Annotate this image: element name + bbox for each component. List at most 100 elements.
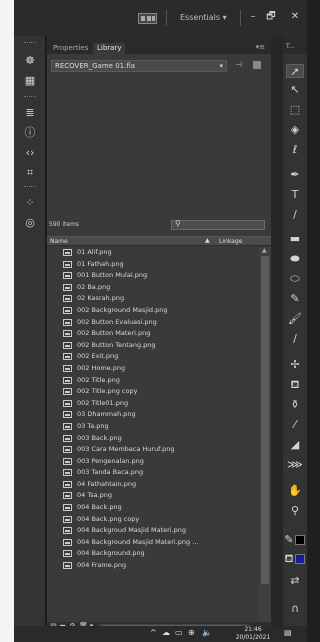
bitmap-icon — [63, 446, 72, 454]
library-item[interactable]: 004 Back.png — [47, 502, 259, 514]
pencil-tool-icon[interactable]: ✎ — [286, 292, 304, 306]
library-item[interactable]: 002 Button Materi.png — [47, 328, 259, 340]
lasso-tool-icon[interactable]: ℓ — [286, 143, 304, 157]
library-item[interactable]: 03 Dhammah.png — [47, 409, 259, 421]
scroll-thumb[interactable] — [261, 256, 269, 584]
tab-properties[interactable]: Properties — [49, 43, 92, 54]
pin-icon[interactable]: ⊣ — [235, 60, 242, 69]
selection-tool-icon[interactable]: ➚ — [286, 64, 304, 78]
document-selector[interactable]: RECOVER_Game 01.fla ▾ — [51, 60, 227, 72]
free-transform-tool-icon[interactable]: ⬚ — [286, 103, 304, 117]
library-item-name: 004 Background Masjid Materi.png ... — [77, 537, 199, 546]
fill-color-swatch[interactable] — [295, 554, 305, 564]
rectangle-tool-icon[interactable]: ▬ — [286, 232, 304, 246]
line-tool-icon[interactable]: / — [286, 208, 304, 222]
sort-ascending-icon[interactable]: ▲ — [205, 237, 210, 244]
taskbar-clock[interactable]: 21:46 20/01/2021 — [234, 626, 272, 642]
library-item[interactable]: 02 Ba.png — [47, 282, 259, 294]
swap-colors-icon[interactable]: ⇄ — [286, 574, 304, 588]
library-item[interactable]: 002 Button Tentang.png — [47, 340, 259, 352]
swatches-icon[interactable]: ▦ — [21, 74, 39, 88]
text-tool-icon[interactable]: T — [286, 188, 304, 202]
stroke-color-swatch[interactable] — [295, 535, 305, 545]
clock-time: 21:46 — [244, 626, 262, 633]
library-item[interactable]: 03 Ta.png — [47, 421, 259, 433]
network-icon[interactable]: ⊕ — [188, 628, 195, 637]
chevron-up-icon[interactable]: ^ — [150, 628, 157, 637]
battery-icon[interactable]: ▭ — [175, 628, 183, 637]
brush-tool-icon[interactable]: 🖌 — [286, 312, 304, 326]
tab-library[interactable]: Library — [93, 43, 126, 54]
restore-button[interactable]: 🗗 — [264, 10, 278, 24]
library-item[interactable]: 003 Cara Membaca Huruf.png — [47, 444, 259, 456]
library-item[interactable]: 004 Back.png copy — [47, 514, 259, 526]
bone-tool-icon[interactable]: ✢ — [286, 358, 304, 372]
workspace-switcher[interactable]: Essentials ▾ — [180, 13, 227, 22]
eraser-tool-icon[interactable]: ◢ — [286, 438, 304, 452]
components-icon[interactable]: ◎ — [21, 216, 39, 230]
library-item[interactable]: 003 Pengenalan.png — [47, 456, 259, 468]
pen-tool-icon[interactable]: ✒ — [286, 168, 304, 182]
color-icon[interactable]: ☸ — [21, 54, 39, 68]
polystar-tool-icon[interactable]: ⬭ — [286, 272, 304, 286]
library-item[interactable]: 01 Alif.png — [47, 247, 259, 259]
eyedropper-tool-icon[interactable]: ⁄ — [286, 418, 304, 432]
ink-bottle-tool-icon[interactable]: ⚱ — [286, 398, 304, 412]
library-item[interactable]: 002 Button Evaluasi.png — [47, 317, 259, 329]
paint-bucket-tool-icon[interactable]: ⛾ — [286, 378, 304, 392]
align-icon[interactable]: ≣ — [21, 106, 39, 120]
info-icon[interactable]: ⓘ — [21, 126, 39, 140]
scroll-up-icon[interactable]: ▲ — [262, 247, 267, 254]
volume-icon[interactable]: 🔈 — [202, 628, 212, 637]
tools-panel-title: T... — [286, 43, 295, 50]
dock-grip[interactable] — [24, 96, 36, 98]
cloud-icon[interactable]: ☁ — [162, 628, 170, 637]
minimize-button[interactable]: – — [246, 10, 260, 24]
bitmap-icon — [63, 550, 72, 558]
library-item[interactable]: 002 Title01.png — [47, 398, 259, 410]
library-search-input[interactable]: ⚲ — [171, 219, 265, 230]
panel-menu-icon[interactable]: ▾≡ — [256, 43, 265, 51]
paint-brush-tool-icon[interactable]: ∕ — [286, 332, 304, 346]
zoom-tool-icon[interactable]: ⚲ — [286, 504, 304, 518]
close-button[interactable]: ✕ — [288, 10, 302, 24]
library-item[interactable]: 02 Kasrah.png — [47, 293, 259, 305]
library-item[interactable]: 004 Frame.png — [47, 560, 259, 572]
oval-tool-icon[interactable]: ⬬ — [286, 252, 304, 266]
library-item[interactable]: 003 Tanda Baca.png — [47, 467, 259, 479]
library-item[interactable]: 002 Title.png — [47, 375, 259, 387]
library-item[interactable]: 001 Button Mulai.png — [47, 270, 259, 282]
library-item[interactable]: 002 Background Masjid.png — [47, 305, 259, 317]
dock-grip[interactable] — [24, 42, 36, 44]
library-item[interactable]: 002 Home.png — [47, 363, 259, 375]
column-name[interactable]: Name — [50, 238, 68, 245]
library-item[interactable]: 003 Back.png — [47, 433, 259, 445]
library-item[interactable]: 004 Background Masjid Materi.png ... — [47, 537, 259, 549]
3d-rotation-tool-icon[interactable]: ◈ — [286, 123, 304, 137]
column-linkage[interactable]: Linkage — [219, 238, 242, 245]
new-library-panel-icon[interactable] — [253, 61, 261, 69]
transform-icon[interactable]: ⌗ — [21, 166, 39, 180]
motion-presets-icon[interactable]: ⁘ — [21, 196, 39, 210]
library-item[interactable]: 004 Background.png — [47, 548, 259, 560]
library-item[interactable]: 004 Backgroud Masjid Materi.png — [47, 525, 259, 537]
hand-tool-icon[interactable]: ✋ — [286, 484, 304, 498]
bitmap-icon — [63, 376, 72, 384]
workspace-layout-icon[interactable] — [138, 13, 157, 24]
dock-grip[interactable] — [24, 186, 36, 188]
desktop-edge — [0, 0, 14, 642]
subselection-tool-icon[interactable]: ↖ — [286, 83, 304, 97]
library-item[interactable]: 002 Title.png copy — [47, 386, 259, 398]
bitmap-icon — [63, 527, 72, 535]
notification-icon[interactable]: ▤ — [284, 628, 292, 637]
stroke-color-icon[interactable]: ✎ — [284, 533, 294, 547]
library-item[interactable]: 04 Fathahtain.png — [47, 479, 259, 491]
library-item[interactable]: 01 Fathah.png — [47, 259, 259, 271]
library-item[interactable]: 04 Tsa.png — [47, 490, 259, 502]
fill-color-icon[interactable]: ⛾ — [284, 552, 294, 566]
snap-to-objects-icon[interactable]: ∩ — [286, 602, 304, 616]
code-icon[interactable]: ‹› — [21, 146, 39, 160]
library-item[interactable]: 002 Exit.png — [47, 351, 259, 363]
vertical-scrollbar[interactable]: ▲ — [259, 247, 271, 622]
width-tool-icon[interactable]: ⋙ — [286, 458, 304, 472]
